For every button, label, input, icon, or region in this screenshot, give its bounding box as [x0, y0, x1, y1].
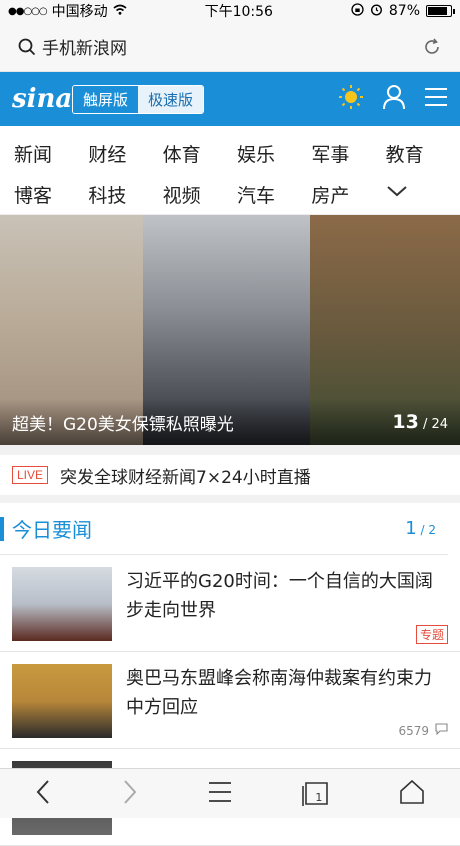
url-bar[interactable]: 手机新浪网	[0, 22, 460, 72]
carousel-caption: 超美！G20美女保镖私照曝光 13 / 24	[0, 399, 460, 445]
expand-nav-chevron-icon[interactable]	[386, 181, 460, 208]
live-bar[interactable]: LIVE 突发全球财经新闻7×24小时直播	[0, 445, 460, 503]
photo-carousel[interactable]: 超美！G20美女保镖私照曝光 13 / 24	[0, 215, 460, 445]
user-icon[interactable]	[382, 84, 406, 114]
section-pager[interactable]: 1 / 2	[405, 518, 436, 539]
browser-toolbar: 1	[0, 768, 460, 818]
nav-item-auto[interactable]: 汽车	[237, 181, 311, 208]
section-header: 今日要闻 1 / 2	[0, 503, 448, 555]
menu-icon[interactable]	[424, 87, 448, 111]
news-item[interactable]: 习近平的G20时间：一个自信的大国阔步走向世界 专题	[0, 555, 460, 652]
status-bar: ●●○○○ 中国移动 下午10:56 87%	[0, 0, 460, 22]
news-item[interactable]: 奥巴马东盟峰会称南海仲裁案有约束力中方回应 6579	[0, 652, 460, 749]
nav-item-sports[interactable]: 体育	[163, 140, 237, 167]
nav-item-house[interactable]: 房产	[311, 181, 385, 208]
nav-item-news[interactable]: 新闻	[14, 140, 88, 167]
tabs-button[interactable]: 1	[302, 781, 329, 806]
tabs-count: 1	[315, 790, 323, 804]
alarm-icon	[370, 3, 383, 20]
fast-mode-button[interactable]: 极速版	[138, 85, 204, 113]
forward-icon[interactable]	[122, 779, 138, 809]
topic-tag: 专题	[415, 625, 448, 644]
comment-count: 6579	[398, 723, 429, 738]
nav-item-military[interactable]: 军事	[311, 140, 385, 167]
news-thumbnail	[12, 664, 112, 738]
site-header: sina 触屏版 极速版	[0, 72, 460, 126]
section-title: 今日要闻	[12, 518, 92, 542]
channel-nav: 新闻 财经 体育 娱乐 军事 教育 博客 科技 视频 汽车 房产	[0, 126, 460, 215]
battery-icon	[426, 5, 455, 17]
nav-item-tech[interactable]: 科技	[88, 181, 162, 208]
address-text: 手机新浪网	[42, 39, 127, 59]
comment-icon	[435, 723, 448, 738]
live-badge: LIVE	[12, 466, 49, 484]
home-icon[interactable]	[399, 779, 425, 808]
back-icon[interactable]	[35, 779, 51, 809]
section-page-current: 1	[405, 518, 417, 539]
news-title[interactable]: 奥巴马东盟峰会称南海仲裁案有约束力中方回应	[126, 664, 448, 722]
sina-logo[interactable]: sina	[12, 84, 72, 114]
clock: 下午10:56	[204, 4, 273, 20]
nav-item-education[interactable]: 教育	[386, 140, 460, 167]
live-headline[interactable]: 突发全球财经新闻7×24小时直播	[60, 463, 311, 488]
carousel-caption-text[interactable]: 超美！G20美女保镖私照曝光	[12, 410, 234, 435]
carrier-label: 中国移动	[51, 4, 108, 20]
nav-item-blog[interactable]: 博客	[14, 181, 88, 208]
news-title[interactable]: 习近平的G20时间：一个自信的大国阔步走向世界	[126, 567, 448, 625]
section-page-total: / 2	[420, 523, 437, 537]
nav-item-finance[interactable]: 财经	[88, 140, 162, 167]
search-icon	[18, 38, 36, 56]
battery-percent: 87%	[388, 3, 420, 19]
address-field[interactable]: 手机新浪网	[18, 34, 422, 59]
reload-icon[interactable]	[422, 37, 442, 57]
news-thumbnail	[12, 567, 112, 641]
carousel-total: / 24	[422, 417, 448, 432]
section-accent-bar	[0, 516, 4, 541]
night-mode-sun-icon[interactable]	[338, 84, 364, 114]
wifi-icon	[113, 3, 127, 19]
carousel-counter: 13 / 24	[392, 411, 448, 433]
nav-item-video[interactable]: 视频	[163, 181, 237, 208]
carousel-current: 13	[392, 411, 419, 433]
signal-strength-icon: ●●○○○	[8, 5, 48, 17]
touch-mode-button[interactable]: 触屏版	[73, 85, 139, 113]
mode-switch: 触屏版 极速版	[72, 84, 205, 114]
rotation-lock-icon	[351, 2, 364, 20]
nav-item-entertainment[interactable]: 娱乐	[237, 140, 311, 167]
menu-lines-icon[interactable]	[208, 781, 232, 807]
